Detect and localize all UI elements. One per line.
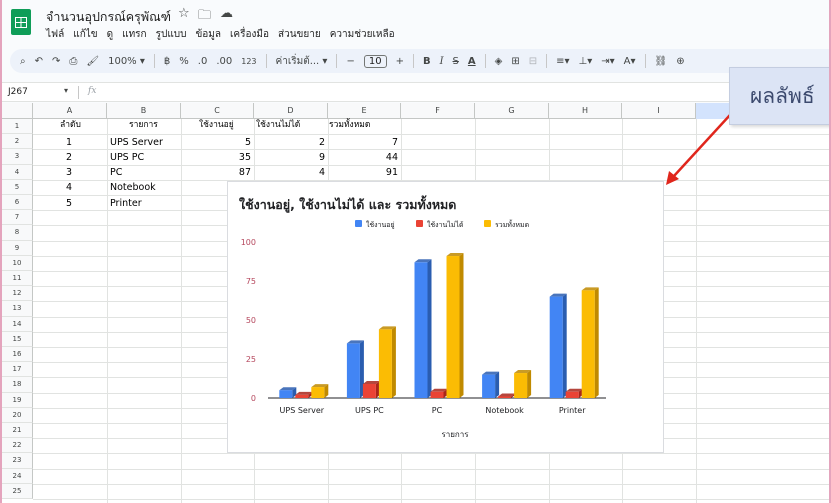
annotation-arrow: [673, 114, 731, 177]
app-window: จำนวนอุปกรณ์ครุพัณฑ์ ☆ 🗀 ☁ ไฟล์ แก้ไข ดู…: [0, 0, 831, 503]
annotation-layer: [666, 114, 731, 185]
result-callout: ผลลัพธ์: [729, 67, 829, 125]
